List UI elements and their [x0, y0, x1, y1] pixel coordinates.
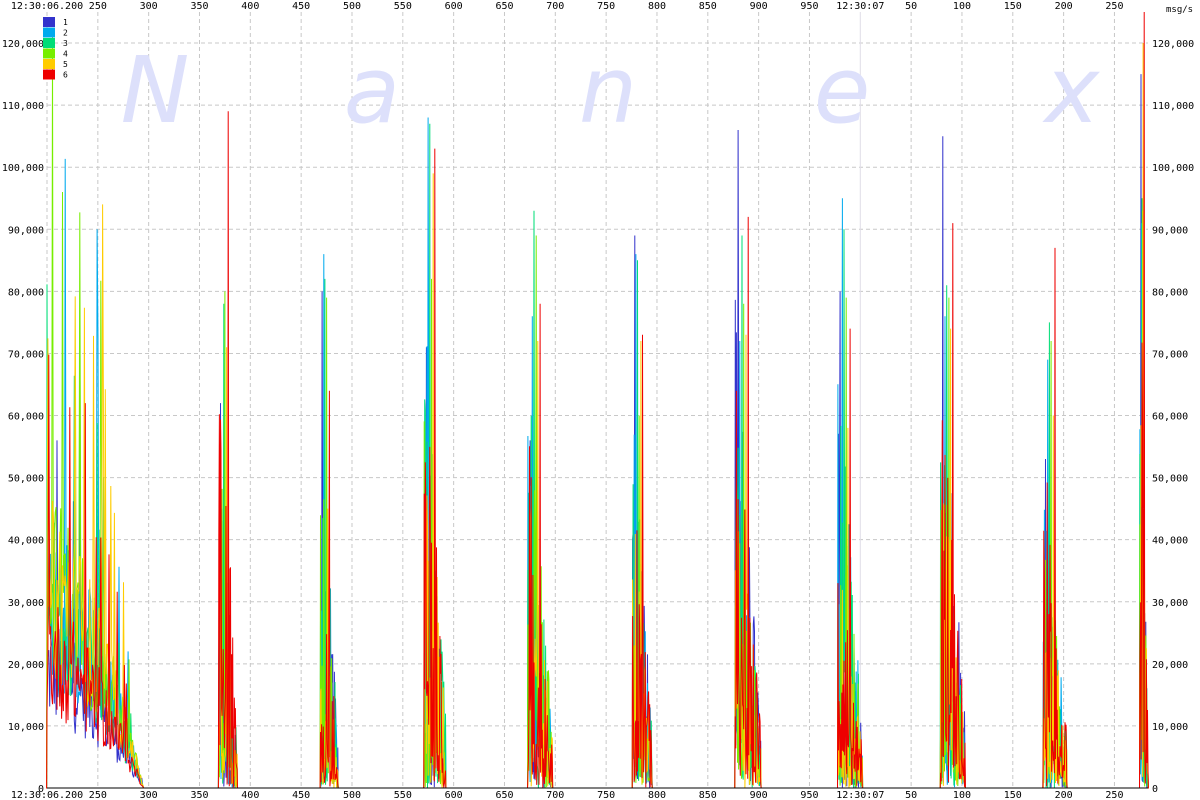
x-tick-label-bottom: 300	[140, 790, 158, 800]
x-tick-label-top: 750	[597, 1, 615, 12]
y-tick-label-left: 110,000	[2, 101, 44, 112]
series-line-2	[46, 117, 1149, 789]
x-tick-label-top: 900	[750, 1, 768, 12]
y-tick-label-left: 30,000	[8, 598, 44, 609]
series-line-3	[46, 123, 1149, 789]
x-tick-label-top: 950	[800, 1, 818, 12]
x-tick-label-bottom: 250	[89, 790, 107, 800]
x-tick-label-bottom: 450	[292, 790, 310, 800]
y-tick-label-left: 60,000	[8, 412, 44, 423]
x-tick-label-top: 50	[905, 1, 917, 12]
x-tick-label-bottom: 250	[1105, 790, 1123, 800]
series-line-1	[46, 74, 1149, 789]
x-tick-label-top: 650	[495, 1, 513, 12]
y-tick-label-left: 20,000	[8, 660, 44, 671]
x-tick-label-bottom: 500	[343, 790, 361, 800]
series-line-4	[46, 33, 1149, 789]
y-tick-label-right: 90,000	[1152, 225, 1188, 236]
x-tick-label-bottom: 12:30:07	[836, 790, 884, 800]
x-tick-label-top: 300	[140, 1, 158, 12]
x-tick-label-top: 400	[241, 1, 259, 12]
x-tick-label-top: 12:30:06.200	[11, 1, 83, 12]
x-tick-label-bottom: 350	[190, 790, 208, 800]
x-tick-label-bottom: 650	[495, 790, 513, 800]
x-tick-label-bottom: 750	[597, 790, 615, 800]
y-tick-label-left: 100,000	[2, 163, 44, 174]
y-tick-label-left: 70,000	[8, 349, 44, 360]
x-tick-label-top: 850	[699, 1, 717, 12]
y-tick-label-right: 60,000	[1152, 412, 1188, 423]
unit-label: msg/s	[1166, 5, 1193, 15]
y-tick-label-right: 50,000	[1152, 474, 1188, 485]
x-tick-label-top: 100	[953, 1, 971, 12]
legend-swatch-6	[43, 69, 55, 80]
x-tick-label-top: 12:30:07	[836, 1, 884, 12]
x-tick-label-bottom: 400	[241, 790, 259, 800]
legend-swatch-2	[43, 27, 55, 38]
x-tick-label-bottom: 950	[800, 790, 818, 800]
x-tick-label-bottom: 600	[445, 790, 463, 800]
watermark-letter: N	[121, 37, 190, 144]
watermark: Na n e x	[121, 37, 1101, 144]
watermark-letter: n	[579, 37, 637, 144]
legend-swatch-4	[43, 48, 55, 59]
x-tick-label-bottom: 200	[1055, 790, 1073, 800]
y-tick-label-right: 100,000	[1152, 163, 1194, 174]
x-tick-label-bottom: 850	[699, 790, 717, 800]
x-tick-label-top: 250	[1105, 1, 1123, 12]
y-tick-label-left: 50,000	[8, 474, 44, 485]
x-tick-label-top: 800	[648, 1, 666, 12]
x-tick-label-bottom: 150	[1004, 790, 1022, 800]
legend-label-2: 2	[63, 29, 68, 38]
watermark-letter: a	[344, 37, 400, 144]
x-tick-label-top: 450	[292, 1, 310, 12]
x-tick-label-top: 250	[89, 1, 107, 12]
legend-swatch-5	[43, 59, 55, 69]
y-tick-label-right: 0	[1152, 784, 1158, 795]
y-tick-label-left: 90,000	[8, 225, 44, 236]
legend-label-4: 4	[63, 50, 68, 59]
y-tick-label-left: 40,000	[8, 536, 44, 547]
x-tick-label-top: 350	[190, 1, 208, 12]
watermark-letter: x	[1042, 37, 1101, 144]
x-tick-label-bottom: 12:30:06.200	[11, 790, 83, 800]
y-tick-label-right: 30,000	[1152, 598, 1188, 609]
y-tick-label-right: 80,000	[1152, 287, 1188, 298]
y-tick-label-left: 10,000	[8, 722, 44, 733]
watermark-letter: e	[814, 37, 871, 144]
x-tick-label-bottom: 50	[905, 790, 917, 800]
x-tick-label-bottom: 700	[546, 790, 564, 800]
y-tick-label-left: 80,000	[8, 287, 44, 298]
legend-label-6: 6	[63, 71, 68, 80]
x-tick-label-top: 500	[343, 1, 361, 12]
legend-label-3: 3	[63, 39, 68, 48]
x-tick-label-bottom: 550	[394, 790, 412, 800]
x-tick-label-top: 150	[1004, 1, 1022, 12]
legend-label-5: 5	[63, 60, 68, 69]
y-tick-label-right: 10,000	[1152, 722, 1188, 733]
legend-swatch-3	[43, 38, 55, 48]
y-tick-label-right: 120,000	[1152, 39, 1194, 50]
x-tick-label-bottom: 100	[953, 790, 971, 800]
x-tick-label-top: 600	[445, 1, 463, 12]
y-tick-label-right: 40,000	[1152, 536, 1188, 547]
legend-label-1: 1	[63, 18, 68, 27]
y-tick-label-right: 110,000	[1152, 101, 1194, 112]
legend-swatch-1	[43, 17, 55, 27]
x-tick-label-bottom: 800	[648, 790, 666, 800]
x-tick-label-top: 200	[1055, 1, 1073, 12]
x-tick-label-bottom: 900	[750, 790, 768, 800]
x-tick-label-top: 550	[394, 1, 412, 12]
y-tick-label-right: 20,000	[1152, 660, 1188, 671]
x-tick-label-top: 700	[546, 1, 564, 12]
y-tick-label-left: 120,000	[2, 39, 44, 50]
y-tick-label-right: 70,000	[1152, 349, 1188, 360]
message-rate-chart: Nanex 0 010,000 10,00020,000 20,00030,000 30…	[2, 1, 1194, 800]
